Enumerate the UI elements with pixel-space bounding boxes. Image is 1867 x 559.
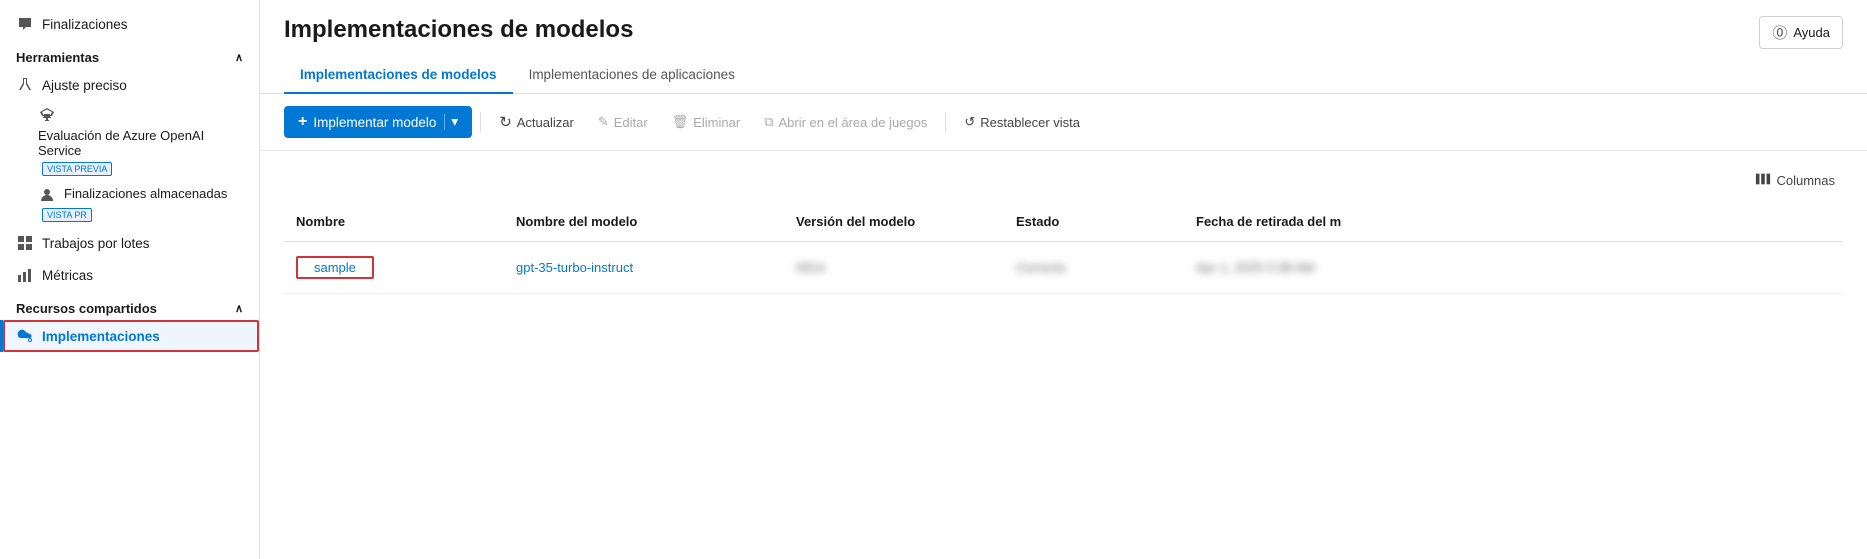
eliminar-button[interactable]: 🗑 Eliminar: [662, 108, 750, 136]
col-header-nombre: Nombre: [284, 208, 504, 235]
actualizar-button[interactable]: ↻ Actualizar: [489, 107, 584, 137]
edit-icon: ✎: [598, 114, 609, 130]
tab-aplicaciones[interactable]: Implementaciones de aplicaciones: [513, 57, 751, 94]
section-header-herramientas[interactable]: Herramientas ∧: [0, 40, 259, 69]
help-circle-icon: ⓪: [1772, 22, 1787, 43]
sidebar-item-evaluacion[interactable]: Evaluación de Azure OpenAI Service VISTA…: [0, 101, 259, 181]
main-content: Implementaciones de modelos ⓪ Ayuda Impl…: [260, 0, 1867, 559]
help-button[interactable]: ⓪ Ayuda: [1759, 16, 1843, 49]
page-header: Implementaciones de modelos ⓪ Ayuda: [260, 0, 1867, 49]
restablecer-button[interactable]: ↺ Restablecer vista: [954, 108, 1090, 136]
sidebar: Finalizaciones Herramientas ∧ Ajuste pre…: [0, 0, 260, 559]
table-header: Nombre Nombre del modelo Versión del mod…: [284, 202, 1843, 242]
sidebar-item-label: Métricas: [42, 268, 93, 283]
toolbar: + Implementar modelo ▾ ↻ Actualizar ✎ Ed…: [260, 94, 1867, 151]
section-header-recursos[interactable]: Recursos compartidos ∧: [0, 291, 259, 320]
help-label: Ayuda: [1793, 25, 1830, 40]
page-title: Implementaciones de modelos: [284, 16, 633, 44]
table-row: sample gpt-35-turbo-instruct 0914 Correc…: [284, 242, 1843, 294]
sidebar-item-metricas[interactable]: Métricas: [0, 259, 259, 291]
columns-label: Columnas: [1776, 173, 1835, 188]
preview-badge: VISTA PREVIA: [42, 162, 112, 176]
actualizar-label: Actualizar: [517, 115, 574, 130]
table-content: Columnas Nombre Nombre del modelo Versió…: [260, 151, 1867, 559]
trash-icon: 🗑: [672, 114, 689, 130]
reset-icon: ↺: [964, 114, 975, 130]
sidebar-item-label: Evaluación de Azure OpenAI Service: [38, 128, 243, 158]
sidebar-item-label: Ajuste preciso: [42, 78, 127, 93]
tab-bar: Implementaciones de modelos Implementaci…: [260, 57, 1867, 94]
abrir-juegos-button[interactable]: ⧉ Abrir en el área de juegos: [754, 108, 937, 136]
col-header-fecha: Fecha de retirada del m: [1184, 208, 1843, 235]
cell-version: 0914: [784, 252, 1004, 283]
implement-label: Implementar modelo: [313, 115, 436, 130]
sidebar-item-label: Implementaciones: [42, 329, 160, 344]
eliminar-label: Eliminar: [693, 115, 740, 130]
sample-link[interactable]: sample: [314, 260, 356, 275]
sidebar-item-finalizaciones-almacenadas[interactable]: Finalizaciones almacenadas VISTA PR: [0, 181, 259, 227]
editar-button[interactable]: ✎ Editar: [588, 108, 658, 136]
cell-nombre: sample: [284, 248, 504, 287]
table-icon: [16, 234, 34, 252]
chevron-up-icon-2: ∧: [235, 302, 243, 315]
cloud-icon: [16, 327, 34, 345]
deployments-table: Nombre Nombre del modelo Versión del mod…: [284, 202, 1843, 294]
sidebar-item-label: Trabajos por lotes: [42, 236, 150, 251]
playground-icon: ⧉: [764, 114, 773, 130]
toolbar-sep-2: [945, 112, 946, 132]
sidebar-item-label: Finalizaciones almacenadas: [64, 186, 227, 201]
sidebar-item-ajuste-preciso[interactable]: Ajuste preciso: [0, 69, 259, 101]
flask-icon: [16, 76, 34, 94]
person-icon: [38, 186, 56, 204]
sidebar-item-implementaciones[interactable]: Implementaciones: [0, 320, 259, 352]
name-cell-bordered: sample: [296, 256, 374, 279]
chart-icon: [16, 266, 34, 284]
col-header-modelo: Nombre del modelo: [504, 208, 784, 235]
editar-label: Editar: [614, 115, 648, 130]
content-header: Columnas: [284, 163, 1843, 202]
toolbar-sep-1: [480, 112, 481, 132]
cell-estado: Correcto: [1004, 252, 1184, 283]
col-header-version: Versión del modelo: [784, 208, 1004, 235]
columns-icon: [1755, 171, 1771, 190]
sidebar-item-trabajos[interactable]: Trabajos por lotes: [0, 227, 259, 259]
abrir-label: Abrir en el área de juegos: [779, 115, 928, 130]
cell-modelo[interactable]: gpt-35-turbo-instruct: [504, 252, 784, 283]
sidebar-item-finalizaciones[interactable]: Finalizaciones: [0, 8, 259, 40]
columns-button[interactable]: Columnas: [1747, 167, 1843, 194]
scale-icon: [38, 106, 56, 124]
implement-model-button[interactable]: + Implementar modelo ▾: [284, 106, 472, 138]
restablecer-label: Restablecer vista: [980, 115, 1080, 130]
sidebar-item-label: Finalizaciones: [42, 17, 128, 32]
dropdown-arrow-icon[interactable]: ▾: [444, 114, 458, 130]
preview-badge-2: VISTA PR: [42, 208, 92, 222]
chevron-up-icon: ∧: [235, 51, 243, 64]
tab-modelos[interactable]: Implementaciones de modelos: [284, 57, 513, 94]
cell-fecha: Apr 1, 2025 5:38 AM: [1184, 252, 1843, 283]
refresh-icon: ↻: [499, 113, 512, 131]
plus-icon: +: [298, 113, 307, 131]
col-header-estado: Estado: [1004, 208, 1184, 235]
chat-icon: [16, 15, 34, 33]
